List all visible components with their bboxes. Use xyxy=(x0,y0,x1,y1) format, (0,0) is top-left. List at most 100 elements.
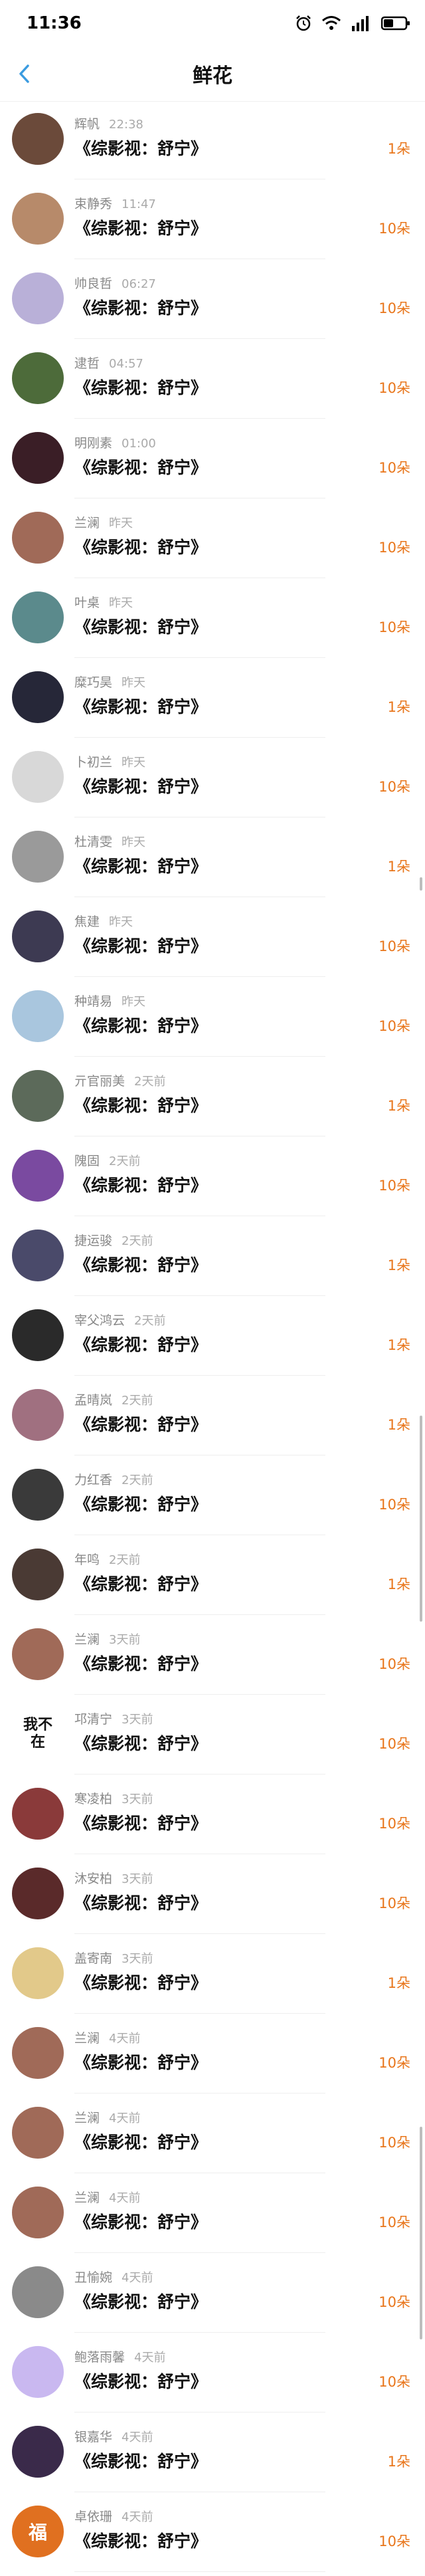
book-title[interactable]: 《综影视：舒宁》 xyxy=(74,455,207,479)
list-item[interactable]: 逮哲 04:57 《综影视：舒宁》 10朵 xyxy=(0,343,425,423)
sender-name[interactable]: 鲍落雨馨 xyxy=(74,2350,125,2365)
list-item[interactable]: 叶桌 昨天 《综影视：舒宁》 10朵 xyxy=(0,582,425,662)
list-item[interactable]: 兰澜 4天前 《综影视：舒宁》 10朵 xyxy=(0,2018,425,2097)
avatar[interactable] xyxy=(12,1230,64,1281)
list-item[interactable]: 我不在 邛清宁 3天前 《综影视：舒宁》 10朵 xyxy=(0,1699,425,1778)
sender-name[interactable]: 捷运骏 xyxy=(74,1234,112,1248)
scrollbar-thumb-lower[interactable] xyxy=(420,2127,422,2339)
avatar[interactable] xyxy=(12,1150,64,1202)
sender-name[interactable]: 兰澜 xyxy=(74,2111,100,2125)
back-button[interactable] xyxy=(9,58,40,89)
avatar[interactable] xyxy=(12,591,64,643)
book-title[interactable]: 《综影视：舒宁》 xyxy=(74,1013,207,1037)
sender-name[interactable]: 糜巧昊 xyxy=(74,675,112,690)
list-item[interactable]: 明刚素 01:00 《综影视：舒宁》 10朵 xyxy=(0,423,425,502)
list-item[interactable]: 帅良哲 06:27 《综影视：舒宁》 10朵 xyxy=(0,263,425,343)
sender-name[interactable]: 亓官丽美 xyxy=(74,1074,125,1089)
book-title[interactable]: 《综影视：舒宁》 xyxy=(74,2528,207,2552)
book-title[interactable]: 《综影视：舒宁》 xyxy=(74,774,207,798)
list-item[interactable]: 寒凌柏 3天前 《综影视：舒宁》 10朵 xyxy=(0,1778,425,1858)
list-item[interactable]: 糜巧昊 昨天 《综影视：舒宁》 1朵 xyxy=(0,662,425,742)
list-item[interactable]: 福 卓依珊 4天前 《综影视：舒宁》 10朵 xyxy=(0,2496,425,2576)
sender-name[interactable]: 种靖易 xyxy=(74,994,112,1009)
sender-name[interactable]: 隗固 xyxy=(74,1154,100,1168)
sender-name[interactable]: 卓依珊 xyxy=(74,2510,112,2524)
list-item[interactable]: 丑愉婉 4天前 《综影视：舒宁》 10朵 xyxy=(0,2257,425,2337)
sender-name[interactable]: 丑愉婉 xyxy=(74,2270,112,2285)
avatar[interactable] xyxy=(12,751,64,803)
list-item[interactable]: 兰澜 4天前 《综影视：舒宁》 10朵 xyxy=(0,2097,425,2177)
avatar[interactable] xyxy=(12,1389,64,1441)
list-item[interactable]: 盖寄南 3天前 《综影视：舒宁》 1朵 xyxy=(0,1938,425,2018)
book-title[interactable]: 《综影视：舒宁》 xyxy=(74,1731,207,1755)
sender-name[interactable]: 焦建 xyxy=(74,914,100,929)
sender-name[interactable]: 寒凌柏 xyxy=(74,1792,112,1806)
book-title[interactable]: 《综影视：舒宁》 xyxy=(74,694,207,718)
sender-name[interactable]: 沐安柏 xyxy=(74,1872,112,1886)
book-title[interactable]: 《综影视：舒宁》 xyxy=(74,1890,207,1914)
book-title[interactable]: 《综影视：舒宁》 xyxy=(74,1412,207,1436)
book-title[interactable]: 《综影视：舒宁》 xyxy=(74,136,207,160)
book-title[interactable]: 《综影视：舒宁》 xyxy=(74,614,207,638)
sender-name[interactable]: 孟晴岚 xyxy=(74,1393,112,1408)
sender-name[interactable]: 卜初兰 xyxy=(74,755,112,770)
book-title[interactable]: 《综影视：舒宁》 xyxy=(74,1093,207,1117)
list-item[interactable]: 孟晴岚 2天前 《综影视：舒宁》 1朵 xyxy=(0,1380,425,1459)
book-title[interactable]: 《综影视：舒宁》 xyxy=(74,1571,207,1595)
avatar[interactable] xyxy=(12,193,64,245)
book-title[interactable]: 《综影视：舒宁》 xyxy=(74,534,207,558)
avatar[interactable] xyxy=(12,512,64,564)
sender-name[interactable]: 逮哲 xyxy=(74,356,100,371)
book-title[interactable]: 《综影视：舒宁》 xyxy=(74,1491,207,1515)
avatar[interactable] xyxy=(12,1868,64,1919)
avatar[interactable] xyxy=(12,2027,64,2079)
avatar[interactable] xyxy=(12,2426,64,2478)
avatar[interactable] xyxy=(12,911,64,962)
avatar[interactable] xyxy=(12,1469,64,1521)
sender-name[interactable]: 力红香 xyxy=(74,1473,112,1487)
list-item[interactable]: 杜清雯 昨天 《综影视：舒宁》 1朵 xyxy=(0,821,425,901)
book-title[interactable]: 《综影视：舒宁》 xyxy=(74,1332,207,1356)
avatar[interactable] xyxy=(12,2107,64,2159)
list-item[interactable]: 鲍落雨馨 4天前 《综影视：舒宁》 10朵 xyxy=(0,2337,425,2416)
avatar[interactable] xyxy=(12,432,64,484)
avatar[interactable]: 我不在 xyxy=(12,1708,64,1760)
avatar[interactable] xyxy=(12,671,64,723)
avatar[interactable] xyxy=(12,1628,64,1680)
avatar[interactable]: 福 xyxy=(12,2506,64,2557)
scrollbar[interactable] xyxy=(420,877,422,891)
list-item[interactable]: 宰父鸿云 2天前 《综影视：舒宁》 1朵 xyxy=(0,1300,425,1380)
list-item[interactable]: 力红香 2天前 《综影视：舒宁》 10朵 xyxy=(0,1459,425,1539)
list-item[interactable]: 沐安柏 3天前 《综影视：舒宁》 10朵 xyxy=(0,1858,425,1938)
flower-gift-list[interactable]: 辉帆 22:38 《综影视：舒宁》 1朵 束静秀 11:47 《综影视：舒宁》 10朵 帅良哲 0… xyxy=(0,104,425,2576)
sender-name[interactable]: 叶桌 xyxy=(74,595,100,610)
list-item[interactable]: 焦建 昨天 《综影视：舒宁》 10朵 xyxy=(0,901,425,981)
book-title[interactable]: 《综影视：舒宁》 xyxy=(74,2129,207,2153)
list-item[interactable]: 兰澜 4天前 《综影视：舒宁》 10朵 xyxy=(0,2177,425,2257)
book-title[interactable]: 《综影视：舒宁》 xyxy=(74,933,207,957)
avatar[interactable] xyxy=(12,272,64,324)
sender-name[interactable]: 兰澜 xyxy=(74,2191,100,2205)
avatar[interactable] xyxy=(12,2346,64,2398)
avatar[interactable] xyxy=(12,2266,64,2318)
sender-name[interactable]: 银嘉华 xyxy=(74,2430,112,2444)
book-title[interactable]: 《综影视：舒宁》 xyxy=(74,2050,207,2074)
book-title[interactable]: 《综影视：舒宁》 xyxy=(74,1651,207,1675)
sender-name[interactable]: 宰父鸿云 xyxy=(74,1313,125,1328)
scrollbar-thumb[interactable] xyxy=(420,1416,422,1622)
avatar[interactable] xyxy=(12,113,64,165)
book-title[interactable]: 《综影视：舒宁》 xyxy=(74,215,207,239)
avatar[interactable] xyxy=(12,990,64,1042)
book-title[interactable]: 《综影视：舒宁》 xyxy=(74,2369,207,2393)
avatar[interactable] xyxy=(12,831,64,883)
list-item[interactable]: 辉帆 22:38 《综影视：舒宁》 1朵 xyxy=(0,104,425,183)
list-item[interactable]: 捷运骏 2天前 《综影视：舒宁》 1朵 xyxy=(0,1220,425,1300)
sender-name[interactable]: 兰澜 xyxy=(74,516,100,530)
sender-name[interactable]: 盖寄南 xyxy=(74,1951,112,1966)
sender-name[interactable]: 帅良哲 xyxy=(74,276,112,291)
book-title[interactable]: 《综影视：舒宁》 xyxy=(74,2289,207,2313)
sender-name[interactable]: 年鸣 xyxy=(74,1553,100,1567)
list-item[interactable]: 兰澜 3天前 《综影视：舒宁》 10朵 xyxy=(0,1619,425,1699)
sender-name[interactable]: 兰澜 xyxy=(74,2031,100,2046)
list-item[interactable]: 卜初兰 昨天 《综影视：舒宁》 10朵 xyxy=(0,742,425,821)
